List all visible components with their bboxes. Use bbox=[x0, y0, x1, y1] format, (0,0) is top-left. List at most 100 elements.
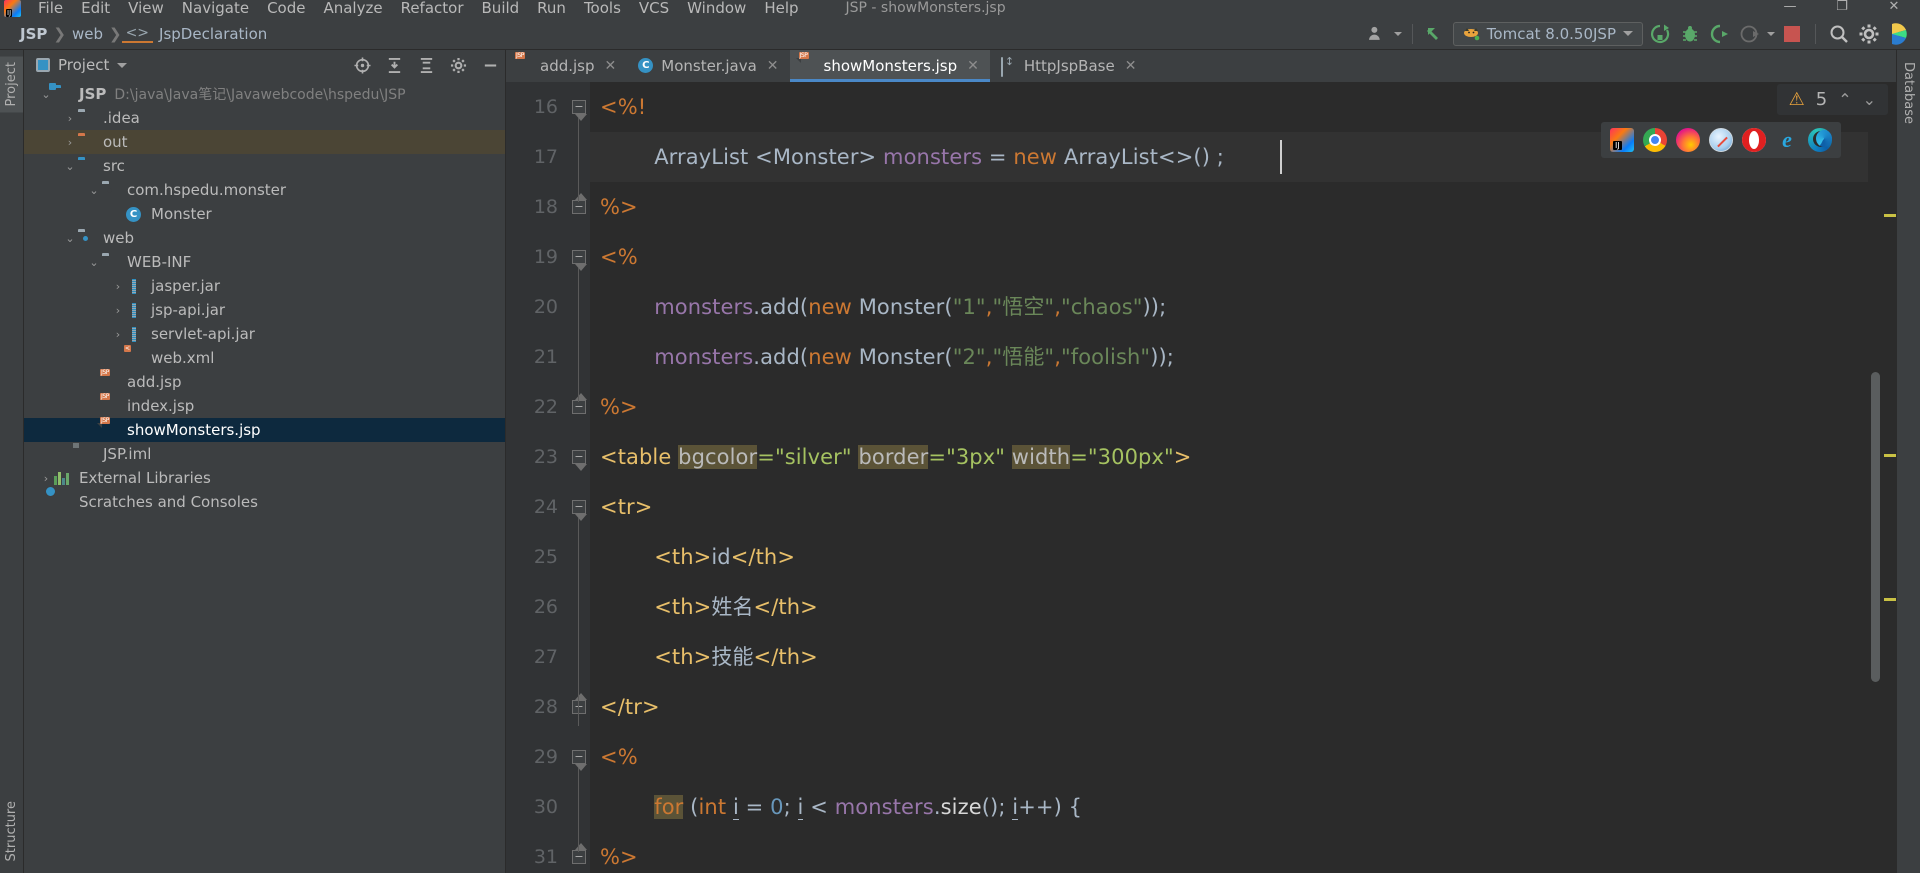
code-line[interactable]: for (int i = 0; i < monsters.size(); i++… bbox=[600, 782, 1082, 832]
code-fold-down-icon[interactable]: − bbox=[572, 450, 587, 471]
editor-scrollbar-thumb[interactable] bbox=[1871, 372, 1880, 682]
editor-tab-httpjspbase[interactable]: HttpJspBase ✕ bbox=[990, 50, 1148, 82]
menu-code[interactable]: Code bbox=[258, 0, 314, 17]
code-line[interactable]: <table bgcolor="silver" border="3px" wid… bbox=[600, 432, 1191, 482]
debug-bug-icon[interactable] bbox=[1677, 21, 1703, 47]
run-configuration-selector[interactable]: Tomcat 8.0.50JSP bbox=[1452, 21, 1643, 46]
menu-edit[interactable]: Edit bbox=[72, 0, 119, 17]
inspections-widget[interactable]: ⚠ 5 ⌃ ⌄ bbox=[1776, 84, 1888, 115]
account-dropdown-icon[interactable] bbox=[1393, 31, 1402, 36]
tree-item-external-libraries[interactable]: › External Libraries bbox=[24, 466, 505, 490]
code-line[interactable]: <% bbox=[600, 232, 638, 282]
tree-expand-arrow-icon[interactable]: › bbox=[110, 208, 126, 221]
settings-gear-icon[interactable] bbox=[449, 56, 467, 74]
code-line[interactable]: <tr> bbox=[600, 482, 652, 532]
code-line[interactable]: <% bbox=[600, 732, 638, 782]
close-button[interactable]: ✕ bbox=[1868, 0, 1920, 15]
tree-item-idea[interactable]: › .idea bbox=[24, 106, 505, 130]
menu-file[interactable]: File bbox=[29, 0, 72, 17]
stop-icon[interactable] bbox=[1779, 21, 1805, 47]
profiler-dropdown-icon[interactable] bbox=[1767, 31, 1775, 36]
editor-scrollbar[interactable] bbox=[1868, 82, 1882, 873]
editor-error-stripe[interactable] bbox=[1882, 82, 1896, 873]
menu-tools[interactable]: Tools bbox=[575, 0, 630, 17]
chrome-browser-icon[interactable] bbox=[1643, 128, 1667, 152]
menu-navigate[interactable]: Navigate bbox=[173, 0, 258, 17]
tree-item-showmonsters-jsp[interactable]: ›JSPshowMonsters.jsp bbox=[24, 417, 505, 442]
code-fold-down-icon[interactable]: − bbox=[572, 100, 587, 121]
tree-expand-arrow-icon[interactable]: › bbox=[62, 112, 78, 125]
tree-expand-arrow-icon[interactable]: › bbox=[110, 280, 126, 293]
code-fold-down-icon[interactable]: − bbox=[572, 250, 587, 271]
editor-tab-monster-java[interactable]: C Monster.java ✕ bbox=[627, 50, 789, 82]
code-fold-down-icon[interactable]: − bbox=[572, 500, 587, 521]
menu-run[interactable]: Run bbox=[528, 0, 575, 17]
editor-fold-column[interactable]: − − − − − − − − − bbox=[568, 82, 590, 873]
tree-item-index-jsp[interactable]: ›JSPindex.jsp bbox=[24, 393, 505, 418]
tree-expand-arrow-icon[interactable]: › bbox=[62, 136, 78, 149]
code-fold-up-icon[interactable]: − bbox=[572, 393, 587, 414]
menu-help[interactable]: Help bbox=[755, 0, 807, 17]
sidebar-item-project[interactable]: Project bbox=[0, 56, 23, 113]
expand-all-icon[interactable] bbox=[385, 56, 403, 74]
menu-refactor[interactable]: Refactor bbox=[392, 0, 473, 17]
next-problem-icon[interactable]: ⌄ bbox=[1863, 90, 1876, 109]
code-fold-up-icon[interactable]: − bbox=[572, 193, 587, 214]
internet-explorer-browser-icon[interactable]: e bbox=[1775, 128, 1799, 152]
profiler-icon[interactable] bbox=[1737, 21, 1763, 47]
minimize-button[interactable]: — bbox=[1764, 0, 1816, 15]
tree-expand-arrow-icon[interactable]: ⌄ bbox=[62, 232, 78, 245]
tree-item-servlet-api-jar[interactable]: › servlet-api.jar bbox=[24, 322, 505, 346]
tree-item-web-xml[interactable]: ›<web.xml bbox=[24, 345, 505, 370]
code-fold-down-icon[interactable]: − bbox=[572, 750, 587, 771]
breadcrumb-folder[interactable]: web bbox=[66, 25, 109, 43]
tree-item-jsp-iml[interactable]: ›JSP.iml bbox=[24, 442, 505, 466]
breadcrumb-project[interactable]: JSP bbox=[14, 25, 53, 43]
tree-item-web-inf[interactable]: ⌄ WEB-INF bbox=[24, 250, 505, 274]
stripe-warning-mark[interactable] bbox=[1884, 454, 1896, 457]
tree-item-web[interactable]: ⌄ web bbox=[24, 226, 505, 250]
stripe-warning-mark[interactable] bbox=[1884, 598, 1896, 601]
code-line[interactable]: %> bbox=[600, 182, 638, 232]
safari-browser-icon[interactable] bbox=[1709, 128, 1733, 152]
menu-window[interactable]: Window bbox=[678, 0, 755, 17]
tree-item-src[interactable]: ⌄ src bbox=[24, 154, 505, 178]
tree-expand-arrow-icon[interactable]: ⌄ bbox=[86, 256, 102, 269]
code-fold-up-icon[interactable]: − bbox=[572, 693, 587, 714]
sidebar-item-structure[interactable]: Structure bbox=[0, 795, 23, 867]
tree-expand-arrow-icon[interactable]: › bbox=[38, 472, 54, 485]
tree-item-com-hspedu-monster[interactable]: ⌄ com.hspedu.monster bbox=[24, 178, 505, 202]
breadcrumb-element[interactable]: JspDeclaration bbox=[153, 25, 273, 43]
code-line[interactable]: <th>姓名</th> bbox=[600, 582, 818, 632]
tree-item-monster[interactable]: ›C Monster bbox=[24, 202, 505, 226]
select-opened-file-icon[interactable] bbox=[353, 56, 371, 74]
opera-browser-icon[interactable] bbox=[1742, 128, 1766, 152]
menu-vcs[interactable]: VCS bbox=[630, 0, 678, 17]
run-icon[interactable] bbox=[1647, 21, 1673, 47]
run-configuration-dropdown-icon[interactable] bbox=[1623, 31, 1633, 36]
stripe-warning-mark[interactable] bbox=[1884, 214, 1896, 217]
editor-tab-add-jsp[interactable]: JSP add.jsp ✕ bbox=[506, 50, 627, 82]
code-line[interactable]: monsters.add(new Monster("1","悟空","chaos… bbox=[600, 282, 1166, 332]
sidebar-item-database[interactable]: Database bbox=[1897, 56, 1920, 130]
menu-analyze[interactable]: Analyze bbox=[314, 0, 391, 17]
menu-view[interactable]: View bbox=[119, 0, 173, 17]
code-line[interactable]: ArrayList <Monster> monsters = new Array… bbox=[600, 132, 1224, 182]
menu-build[interactable]: Build bbox=[473, 0, 529, 17]
color-wheel-icon[interactable] bbox=[1886, 21, 1912, 47]
previous-problem-icon[interactable]: ⌃ bbox=[1838, 90, 1851, 109]
code-line[interactable]: %> bbox=[600, 832, 638, 873]
editor-code-content[interactable]: <%! ArrayList <Monster> monsters = new A… bbox=[590, 82, 1868, 873]
tree-expand-arrow-icon[interactable]: › bbox=[110, 304, 126, 317]
editor-tab-close-icon[interactable]: ✕ bbox=[767, 58, 779, 74]
tree-item-add-jsp[interactable]: ›JSPadd.jsp bbox=[24, 369, 505, 394]
code-line[interactable]: %> bbox=[600, 382, 638, 432]
editor-tab-close-icon[interactable]: ✕ bbox=[967, 58, 979, 74]
edge-browser-icon[interactable] bbox=[1808, 128, 1832, 152]
code-line[interactable]: <%! bbox=[600, 82, 646, 132]
tree-expand-arrow-icon[interactable]: › bbox=[38, 496, 54, 509]
code-line[interactable]: <th>技能</th> bbox=[600, 632, 818, 682]
editor-tab-showmonsters-jsp[interactable]: JSP showMonsters.jsp ✕ bbox=[789, 50, 991, 82]
project-view-dropdown-icon[interactable] bbox=[117, 62, 128, 68]
green-arrow-update-icon[interactable] bbox=[1423, 21, 1449, 47]
